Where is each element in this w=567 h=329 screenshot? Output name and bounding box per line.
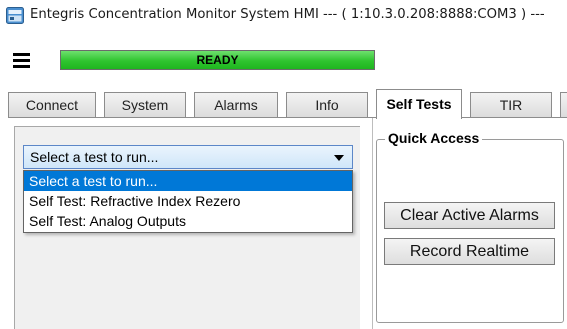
title-bar: Entegris Concentration Monitor System HM… [0,0,567,32]
quick-access-title: Quick Access [385,130,483,146]
tab-info[interactable]: Info [286,92,368,117]
quick-access-group [376,139,564,323]
dropdown-option[interactable]: Self Test: Analog Outputs [24,211,352,231]
clear-active-alarms-button[interactable]: Clear Active Alarms [384,202,555,229]
dropdown-option[interactable]: Select a test to run... [24,171,352,191]
record-realtime-button[interactable]: Record Realtime [384,238,555,265]
tab-system[interactable]: System [104,92,186,117]
tab-connect[interactable]: Connect [8,92,96,117]
tab-alarms[interactable]: Alarms [194,92,278,117]
status-indicator: READY [60,50,375,70]
tab-tir[interactable]: TIR [470,92,552,117]
hamburger-menu-icon[interactable] [13,53,30,68]
tab-overflow[interactable] [560,92,567,117]
test-select-value: Select a test to run... [30,149,159,165]
test-select[interactable]: Select a test to run... [23,145,353,169]
chevron-down-icon[interactable] [334,155,344,161]
window-title: Entegris Concentration Monitor System HM… [30,7,545,22]
test-select-dropdown: Select a test to run... Self Test: Refra… [23,170,353,233]
app-window-icon [6,7,24,24]
tab-self-tests[interactable]: Self Tests [376,89,462,119]
dropdown-option[interactable]: Self Test: Refractive Index Rezero [24,191,352,211]
